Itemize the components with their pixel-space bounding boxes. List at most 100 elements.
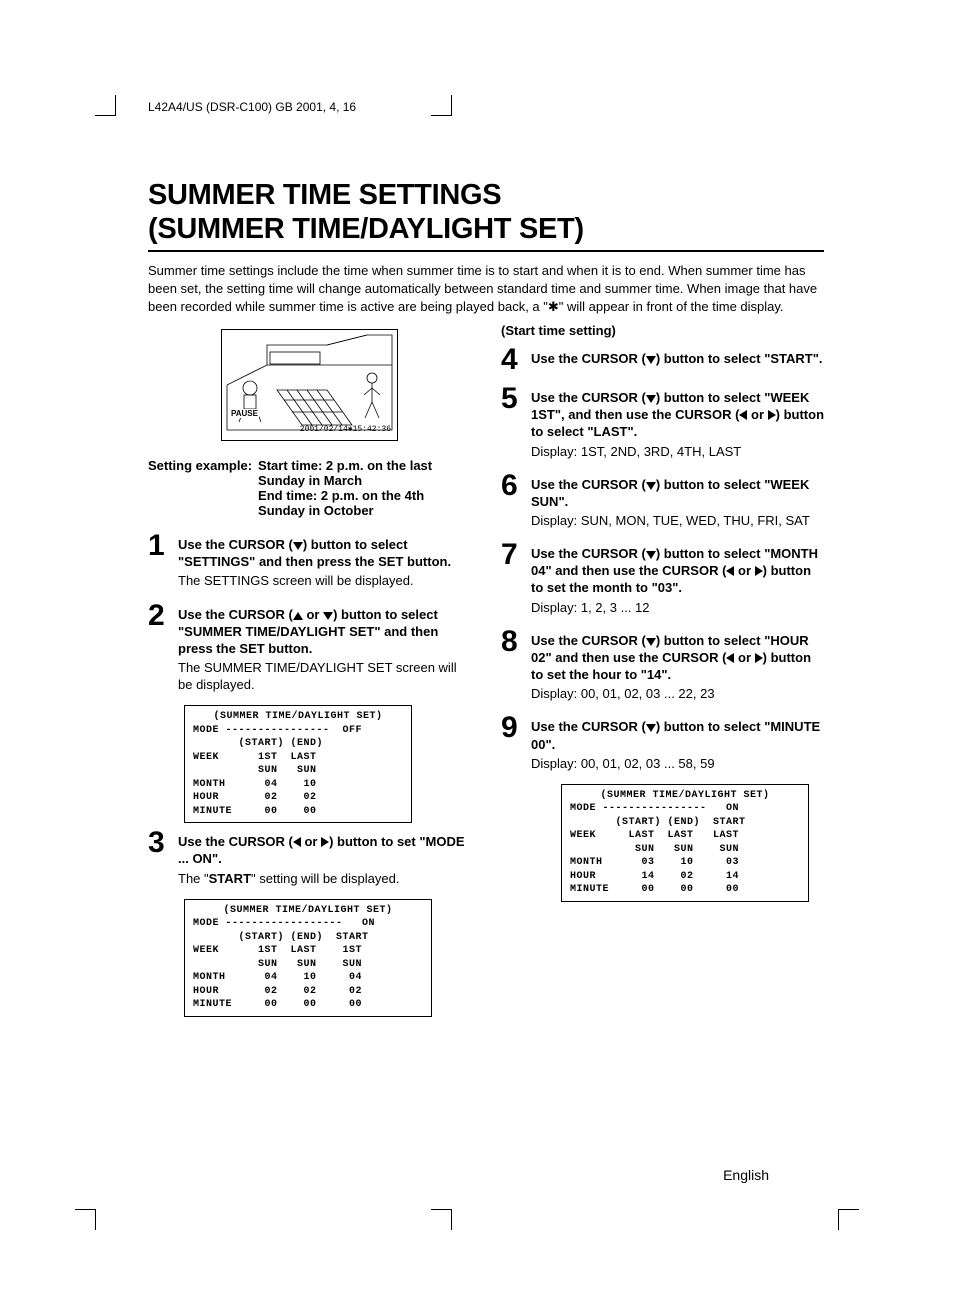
intro-paragraph: Summer time settings include the time wh…: [148, 262, 824, 315]
cursor-up-icon: [293, 612, 303, 620]
step-7: 7 Use the CURSOR () button to select "MO…: [501, 541, 824, 616]
osd-line: HOUR 02 02: [193, 792, 317, 803]
step-number: 6: [501, 472, 531, 529]
crop-mark: [431, 1209, 452, 1230]
osd-line: (START) (END): [193, 738, 323, 749]
osd-screen-3: (SUMMER TIME/DAYLIGHT SET)MODE ---------…: [561, 784, 809, 902]
step-number: 7: [501, 541, 531, 616]
osd-line: MODE ---------------- OFF: [193, 725, 362, 736]
osd-line: SUN SUN SUN: [570, 844, 739, 855]
crop-mark: [95, 95, 116, 116]
step-text: Use the CURSOR (: [178, 607, 293, 622]
step-4: 4 Use the CURSOR () button to select "ST…: [501, 346, 824, 373]
step-text: Use the CURSOR (: [531, 477, 646, 492]
cursor-right-icon: [755, 566, 763, 576]
crop-mark: [75, 1209, 96, 1230]
cursor-down-icon: [646, 395, 656, 403]
osd-line: MONTH 04 10 04: [193, 972, 362, 983]
osd-screen-2: (SUMMER TIME/DAYLIGHT SET)MODE ---------…: [184, 899, 432, 1017]
step-8: 8 Use the CURSOR () button to select "HO…: [501, 628, 824, 703]
cursor-right-icon: [755, 653, 763, 663]
manual-page: L42A4/US (DSR-C100) GB 2001, 4, 16 SUMME…: [0, 0, 954, 1305]
step-note: The "START" setting will be displayed.: [178, 870, 471, 887]
step-5: 5 Use the CURSOR () button to select "WE…: [501, 385, 824, 460]
osd-screen-1: (SUMMER TIME/DAYLIGHT SET)MODE ---------…: [184, 705, 412, 823]
cursor-left-icon: [293, 837, 301, 847]
setting-example: Setting example: Start time: 2 p.m. on t…: [148, 458, 471, 518]
step-note: Display: SUN, MON, TUE, WED, THU, FRI, S…: [531, 512, 824, 529]
title-line-2: (SUMMER TIME/DAYLIGHT SET): [148, 213, 584, 245]
osd-line: SUN SUN SUN: [193, 959, 362, 970]
camera-illustration: PAUSE 2001/02/14✱15:42:36: [221, 329, 398, 441]
cursor-right-icon: [768, 410, 776, 420]
step-3: 3 Use the CURSOR ( or ) button to set "M…: [148, 829, 471, 886]
pause-label: PAUSE: [230, 409, 259, 418]
footer-language: English: [723, 1167, 769, 1183]
step-note: The SETTINGS screen will be displayed.: [178, 572, 471, 589]
step-text: Use the CURSOR (: [531, 351, 646, 366]
cursor-down-icon: [646, 356, 656, 364]
cursor-left-icon: [739, 410, 747, 420]
cursor-down-icon: [323, 612, 333, 620]
step-note: Display: 1, 2, 3 ... 12: [531, 599, 824, 616]
osd-line: MINUTE 00 00 00: [570, 884, 739, 895]
title-underline: [148, 250, 824, 252]
cursor-left-icon: [726, 566, 734, 576]
osd-line: MINUTE 00 00 00: [193, 999, 362, 1010]
cursor-down-icon: [293, 542, 303, 550]
header-model-info: L42A4/US (DSR-C100) GB 2001, 4, 16: [148, 100, 356, 114]
osd-line: SUN SUN: [193, 765, 317, 776]
title-line-1: SUMMER TIME SETTINGS: [148, 179, 501, 211]
cursor-down-icon: [646, 724, 656, 732]
step-number: 5: [501, 385, 531, 460]
step-note: The SUMMER TIME/DAYLIGHT SET screen will…: [178, 659, 471, 693]
step-number: 9: [501, 714, 531, 771]
step-text: Use the CURSOR (: [531, 390, 646, 405]
setting-example-label: Setting example:: [148, 458, 252, 518]
osd-title: (SUMMER TIME/DAYLIGHT SET): [193, 710, 403, 724]
crop-mark: [838, 1209, 859, 1230]
step-note: Display: 1ST, 2ND, 3RD, 4TH, LAST: [531, 443, 824, 460]
step-number: 1: [148, 532, 178, 589]
osd-line: MONTH 03 10 03: [570, 857, 739, 868]
cursor-left-icon: [726, 653, 734, 663]
step-1: 1 Use the CURSOR () button to select "SE…: [148, 532, 471, 589]
cursor-down-icon: [646, 638, 656, 646]
osd-line: MODE ------------------ ON: [193, 918, 375, 929]
cursor-down-icon: [646, 482, 656, 490]
osd-title: (SUMMER TIME/DAYLIGHT SET): [570, 789, 800, 803]
setting-example-line2: End time: 2 p.m. on the 4th Sunday in Oc…: [258, 488, 424, 518]
step-text: Use the CURSOR (: [531, 719, 646, 734]
osd-line: MODE ---------------- ON: [570, 803, 739, 814]
page-title: SUMMER TIME SETTINGS (SUMMER TIME/DAYLIG…: [148, 178, 824, 246]
step-9: 9 Use the CURSOR () button to select "MI…: [501, 714, 824, 771]
step-text: Use the CURSOR (: [531, 633, 646, 648]
step-2: 2 Use the CURSOR ( or ) button to select…: [148, 602, 471, 694]
osd-line: MINUTE 00 00: [193, 806, 317, 817]
cursor-down-icon: [646, 551, 656, 559]
setting-example-line1: Start time: 2 p.m. on the last Sunday in…: [258, 458, 432, 488]
right-column: (Start time setting) 4 Use the CURSOR ()…: [501, 323, 824, 1023]
osd-title: (SUMMER TIME/DAYLIGHT SET): [193, 904, 423, 918]
osd-line: MONTH 04 10: [193, 779, 317, 790]
step-note: Display: 00, 01, 02, 03 ... 58, 59: [531, 755, 824, 772]
step-number: 8: [501, 628, 531, 703]
osd-line: WEEK 1ST LAST: [193, 752, 317, 763]
osd-line: (START) (END) START: [193, 932, 369, 943]
crop-mark: [431, 95, 452, 116]
step-text: Use the CURSOR (: [178, 537, 293, 552]
step-text: Use the CURSOR (: [531, 546, 646, 561]
step-number: 4: [501, 346, 531, 373]
left-column: PAUSE 2001/02/14✱15:42:36 Setting exampl…: [148, 323, 471, 1023]
osd-line: WEEK 1ST LAST 1ST: [193, 945, 362, 956]
osd-line: (START) (END) START: [570, 817, 746, 828]
start-time-subhead: (Start time setting): [501, 323, 824, 338]
step-number: 2: [148, 602, 178, 694]
osd-line: HOUR 02 02 02: [193, 986, 362, 997]
step-number: 3: [148, 829, 178, 886]
cursor-right-icon: [321, 837, 329, 847]
step-note: Display: 00, 01, 02, 03 ... 22, 23: [531, 685, 824, 702]
osd-line: WEEK LAST LAST LAST: [570, 830, 739, 841]
step-text: Use the CURSOR (: [178, 834, 293, 849]
illustration-timestamp: 2001/02/14✱15:42:36: [300, 424, 391, 434]
